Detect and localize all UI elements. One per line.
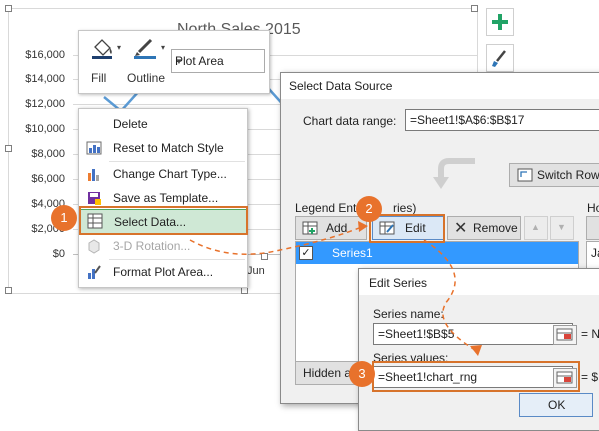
step-callout-1: 1 <box>51 205 77 231</box>
dashed-connector-arrows <box>189 221 482 356</box>
step-callout-3: 3 <box>349 361 375 387</box>
step-callout-2: 2 <box>356 196 382 222</box>
